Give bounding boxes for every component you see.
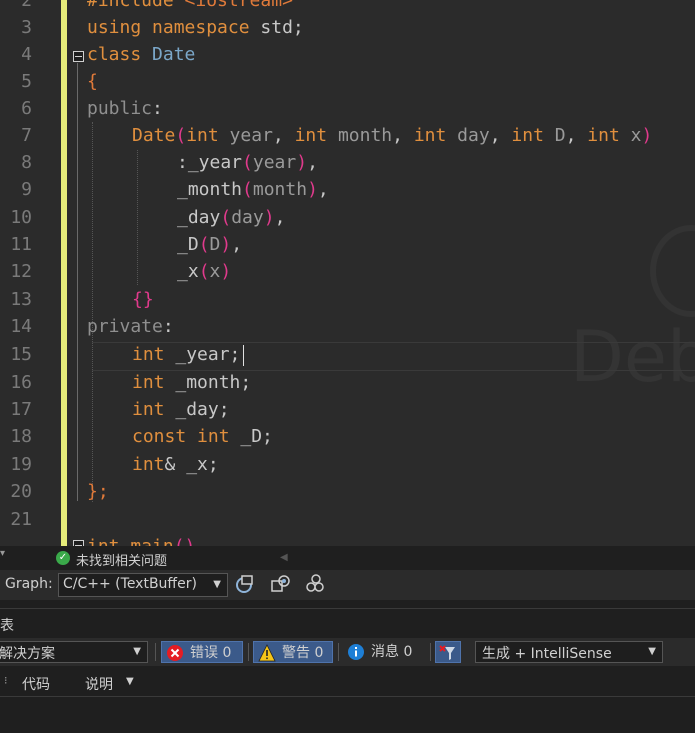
error-list-column-header: ⁝ 代码 说明 ▼ xyxy=(0,668,695,697)
code-line: 4 class Date xyxy=(21,44,196,65)
toolbar-separator xyxy=(430,643,431,661)
code-line: 7 Date(int year, int month, int day, int … xyxy=(21,125,653,146)
graph-label: Graph: xyxy=(5,576,53,592)
check-circle-icon: ✓ xyxy=(56,551,70,565)
code-line: 10 _day(day), xyxy=(10,207,286,228)
code-line: 19 int& _x; xyxy=(10,454,219,475)
error-icon xyxy=(166,644,184,662)
scope-select[interactable]: 解决方案 ▼ xyxy=(0,641,148,663)
graph-view-icon[interactable] xyxy=(234,573,256,595)
code-line: 16 int _month; xyxy=(10,372,252,393)
zoom-dropdown[interactable]: ▾ xyxy=(0,548,24,568)
issues-status-text: 未找到相关问题 xyxy=(76,554,168,569)
code-line: 18 const int _D; xyxy=(10,426,273,447)
build-filter-value: 生成 + IntelliSense xyxy=(482,646,612,662)
column-code[interactable]: 代码 xyxy=(22,674,50,694)
code-line: 12 _x(x) xyxy=(10,261,232,282)
error-list-body xyxy=(0,697,695,733)
error-list-panel-header: 表 xyxy=(0,608,695,639)
chevron-down-icon: ▼ xyxy=(213,579,221,590)
filter-icon xyxy=(439,644,457,662)
editor-status-bar: ▾ ✓ 未找到相关问题 ◀ xyxy=(0,546,695,570)
code-line: 6 public: xyxy=(21,98,163,119)
code-line: 17 int _day; xyxy=(10,399,230,420)
warnings-filter-button[interactable]: 警告 0 xyxy=(253,641,333,663)
graph-settings-icon[interactable] xyxy=(304,573,326,595)
code-line: 21 xyxy=(10,509,32,530)
code-line: 20}; xyxy=(10,481,109,502)
code-line: 14 private: xyxy=(10,316,174,337)
scope-select-value: 解决方案 xyxy=(0,646,55,662)
column-description[interactable]: 说明 xyxy=(85,674,113,694)
toolbar-separator xyxy=(338,643,339,661)
warning-icon xyxy=(258,644,276,662)
code-editor[interactable]: Deb 2 #include <iostream> 3 using namespac… xyxy=(0,0,695,546)
code-line: 9 _month(month), xyxy=(21,179,329,200)
code-line: int main() xyxy=(0,533,695,546)
chevron-down-icon[interactable]: ▼ xyxy=(126,676,134,687)
code-line: 3 using namespace std; xyxy=(21,17,304,38)
code-line: 15 int _year; xyxy=(10,344,241,365)
toolbar-separator xyxy=(248,643,249,661)
graph-select[interactable]: C/C++ (TextBuffer) ▼ xyxy=(58,573,228,597)
filter-toggle-button[interactable] xyxy=(435,641,461,663)
column-icon: ⁝ xyxy=(4,674,8,687)
chevron-down-icon: ▼ xyxy=(648,646,656,657)
code-line: 2 #include <iostream> xyxy=(21,0,293,11)
code-line: 13{} xyxy=(10,289,154,310)
code-line: 11 _D(D), xyxy=(10,234,243,255)
messages-filter-button[interactable]: 消息 0 xyxy=(343,641,425,663)
graph-layout-icon[interactable] xyxy=(269,573,291,595)
toolbar-separator xyxy=(155,643,156,661)
code-line: 5{ xyxy=(21,71,98,92)
build-filter-select[interactable]: 生成 + IntelliSense ▼ xyxy=(475,641,663,663)
chevron-down-icon: ▼ xyxy=(133,646,141,657)
info-icon xyxy=(347,643,365,661)
scroll-left-icon[interactable]: ◀ xyxy=(280,552,288,563)
graph-select-value: C/C++ (TextBuffer) xyxy=(63,576,197,592)
panel-title: 表 xyxy=(0,618,14,634)
code-line: 8:_year(year), xyxy=(21,152,318,173)
errors-filter-button[interactable]: 错误 0 xyxy=(161,641,243,663)
